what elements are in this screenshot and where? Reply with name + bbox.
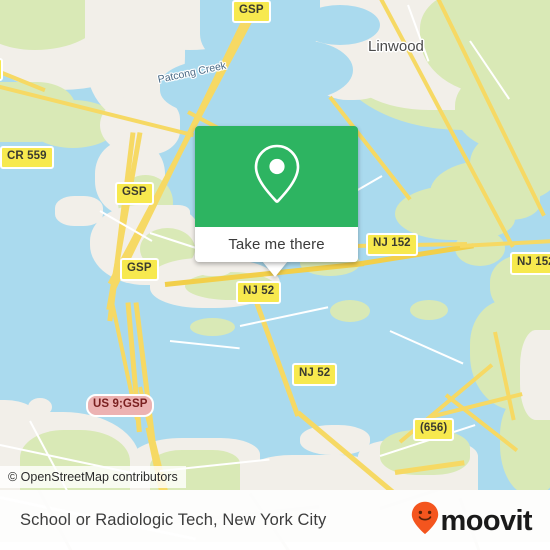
- footer-place-title: School or Radiologic Tech, New York City: [20, 510, 327, 529]
- road-shield-us9-gsp[interactable]: US 9;GSP: [86, 394, 155, 417]
- moovit-wordmark: moovit: [440, 504, 533, 537]
- take-me-there-button[interactable]: Take me there: [195, 227, 358, 262]
- map-pin-icon: [252, 142, 302, 211]
- road-shield-nj52-lower[interactable]: NJ 52: [292, 363, 338, 386]
- popup-card-tail: [262, 261, 288, 277]
- road-shield-gsp-lower[interactable]: GSP: [120, 258, 159, 281]
- road-shield-656[interactable]: (656): [413, 418, 455, 441]
- road-shield-nj152-left[interactable]: NJ 152: [366, 233, 418, 256]
- moovit-smiley-pin-icon: [411, 501, 439, 540]
- road-shield-gsp-top[interactable]: GSP: [232, 0, 271, 23]
- footer-bar: School or Radiologic Tech, New York City…: [0, 490, 550, 550]
- moovit-map-share-card: Linwood Patcong Creek GSP CR 559 GSP GSP…: [0, 0, 550, 550]
- popup-card-header: [195, 126, 358, 227]
- road-shield-nj152-right[interactable]: NJ 152: [510, 252, 550, 275]
- take-me-there-label: Take me there: [228, 236, 325, 253]
- road-shield-edge-clipped[interactable]: 9: [0, 58, 3, 81]
- road-shield-cr559[interactable]: CR 559: [0, 146, 54, 169]
- road-shield-nj52-upper[interactable]: NJ 52: [236, 281, 282, 304]
- osm-attribution[interactable]: © OpenStreetMap contributors: [0, 466, 186, 488]
- road-shield-gsp-mid[interactable]: GSP: [115, 182, 154, 205]
- popup-card[interactable]: Take me there: [195, 126, 358, 262]
- footer-content: School or Radiologic Tech, New York City…: [0, 490, 550, 550]
- moovit-logo[interactable]: moovit: [411, 501, 533, 540]
- map-canvas[interactable]: Linwood Patcong Creek GSP CR 559 GSP GSP…: [0, 0, 550, 490]
